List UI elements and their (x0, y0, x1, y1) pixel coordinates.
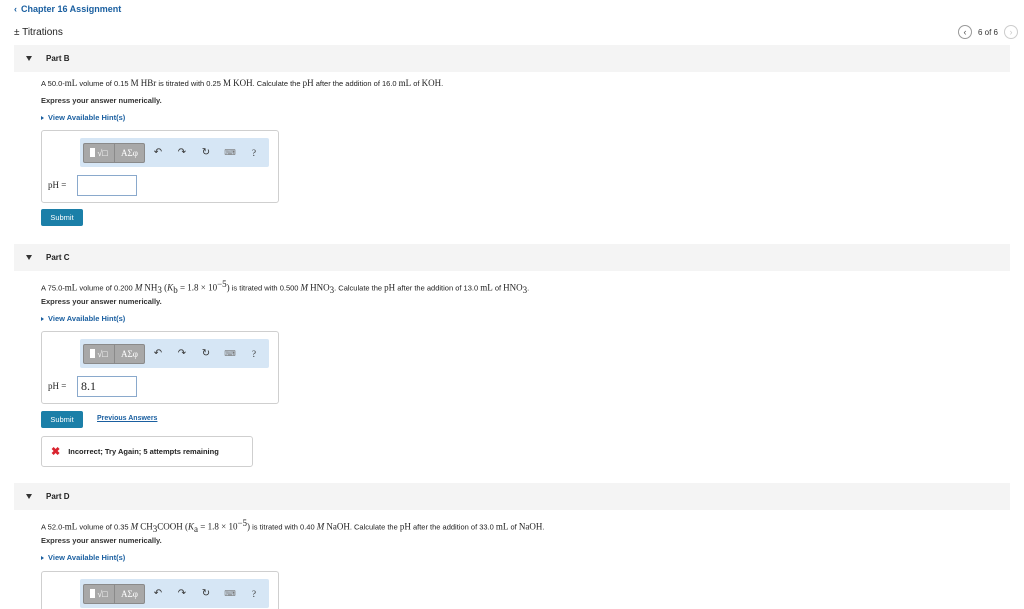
error-x-icon: ✖ (51, 446, 61, 458)
reset-icon[interactable]: ↻ (195, 143, 217, 163)
part-d-question: A 52.0-mL volume of 0.35 M CH3COOH (Ka =… (41, 518, 545, 534)
template-group: √□ ΑΣφ (83, 343, 145, 364)
math-toolbar: √□ ΑΣφ ↶ ↷ ↻ ⌨ ? (80, 579, 269, 608)
part-c-question: A 75.0-mL volume of 0.200 M NH3 (Kb = 1.… (41, 279, 530, 295)
greek-icon[interactable]: ΑΣφ (114, 143, 144, 162)
redo-icon[interactable]: ↷ (171, 584, 193, 604)
part-b-hint-link[interactable]: View Available Hint(s) (41, 113, 125, 122)
keyboard-icon[interactable]: ⌨ (219, 344, 241, 364)
greek-icon[interactable]: ΑΣφ (114, 344, 144, 363)
back-link-label: Chapter 16 Assignment (21, 4, 122, 14)
part-d-label: Part D (46, 492, 70, 501)
templates-icon[interactable]: √□ (84, 345, 114, 363)
ph-label: pH = (48, 180, 67, 190)
part-c-instruction: Express your answer numerically. (41, 297, 162, 306)
caret-down-icon (26, 255, 32, 260)
part-b-instruction: Express your answer numerically. (41, 96, 162, 105)
math-toolbar: √□ ΑΣφ ↶ ↷ ↻ ⌨ ? (80, 138, 269, 167)
previous-answers-link[interactable]: Previous Answers (97, 415, 157, 422)
part-c-ph-input[interactable]: 8.1 (77, 376, 137, 397)
redo-icon[interactable]: ↷ (171, 344, 193, 364)
triangle-right-icon (41, 316, 44, 321)
math-toolbar: √□ ΑΣφ ↶ ↷ ↻ ⌨ ? (80, 339, 269, 368)
part-b-ph-input[interactable] (77, 175, 137, 196)
part-d-header[interactable]: Part D (14, 483, 1010, 510)
part-c-answer-box: √□ ΑΣφ ↶ ↷ ↻ ⌨ ? pH = 8.1 (41, 331, 279, 404)
reset-icon[interactable]: ↻ (195, 584, 217, 604)
part-b-header[interactable]: Part B (14, 45, 1010, 72)
pager-position: 6 of 6 (977, 27, 998, 37)
previous-item-button[interactable]: ‹ (957, 25, 972, 39)
templates-icon[interactable]: √□ (84, 144, 114, 162)
help-icon[interactable]: ? (243, 584, 265, 604)
part-d-instruction: Express your answer numerically. (41, 536, 162, 545)
page-title: ± Titrations (14, 27, 63, 38)
template-group: √□ ΑΣφ (83, 583, 145, 604)
template-group: √□ ΑΣφ (83, 142, 145, 163)
triangle-right-icon (41, 115, 44, 120)
part-b-label: Part B (46, 54, 70, 63)
part-c-submit-button[interactable]: Submit (41, 411, 83, 428)
feedback-text: Incorrect; Try Again; 5 attempts remaini… (68, 447, 219, 456)
pager: ‹ 6 of 6 › (957, 25, 1018, 39)
chevron-right-icon: › (1009, 27, 1013, 37)
help-icon[interactable]: ? (243, 143, 265, 163)
templates-icon[interactable]: √□ (84, 585, 114, 603)
next-item-button[interactable]: › (1004, 25, 1018, 39)
triangle-right-icon (41, 555, 44, 560)
caret-down-icon (26, 56, 32, 61)
part-b-answer-box: √□ ΑΣφ ↶ ↷ ↻ ⌨ ? pH = (41, 130, 279, 203)
back-to-assignment-link[interactable]: ‹ Chapter 16 Assignment (14, 4, 121, 14)
chevron-left-icon: ‹ (14, 4, 17, 14)
ph-label: pH = (48, 381, 67, 391)
undo-icon[interactable]: ↶ (147, 344, 169, 364)
caret-down-icon (26, 494, 32, 499)
undo-icon[interactable]: ↶ (147, 584, 169, 604)
part-d-answer-box: √□ ΑΣφ ↶ ↷ ↻ ⌨ ? (41, 571, 279, 609)
reset-icon[interactable]: ↻ (195, 344, 217, 364)
part-b-question: A 50.0-mL volume of 0.15 M HBr is titrat… (41, 78, 444, 88)
part-c-label: Part C (46, 253, 70, 262)
redo-icon[interactable]: ↷ (171, 143, 193, 163)
keyboard-icon[interactable]: ⌨ (219, 143, 241, 163)
part-c-hint-link[interactable]: View Available Hint(s) (41, 314, 125, 323)
part-b-submit-button[interactable]: Submit (41, 209, 83, 226)
undo-icon[interactable]: ↶ (147, 143, 169, 163)
help-icon[interactable]: ? (243, 344, 265, 364)
feedback-message: ✖ Incorrect; Try Again; 5 attempts remai… (41, 436, 253, 467)
part-d-hint-link[interactable]: View Available Hint(s) (41, 553, 125, 562)
keyboard-icon[interactable]: ⌨ (219, 584, 241, 604)
chevron-left-icon: ‹ (963, 27, 967, 37)
greek-icon[interactable]: ΑΣφ (114, 584, 144, 603)
part-c-header[interactable]: Part C (14, 244, 1010, 271)
